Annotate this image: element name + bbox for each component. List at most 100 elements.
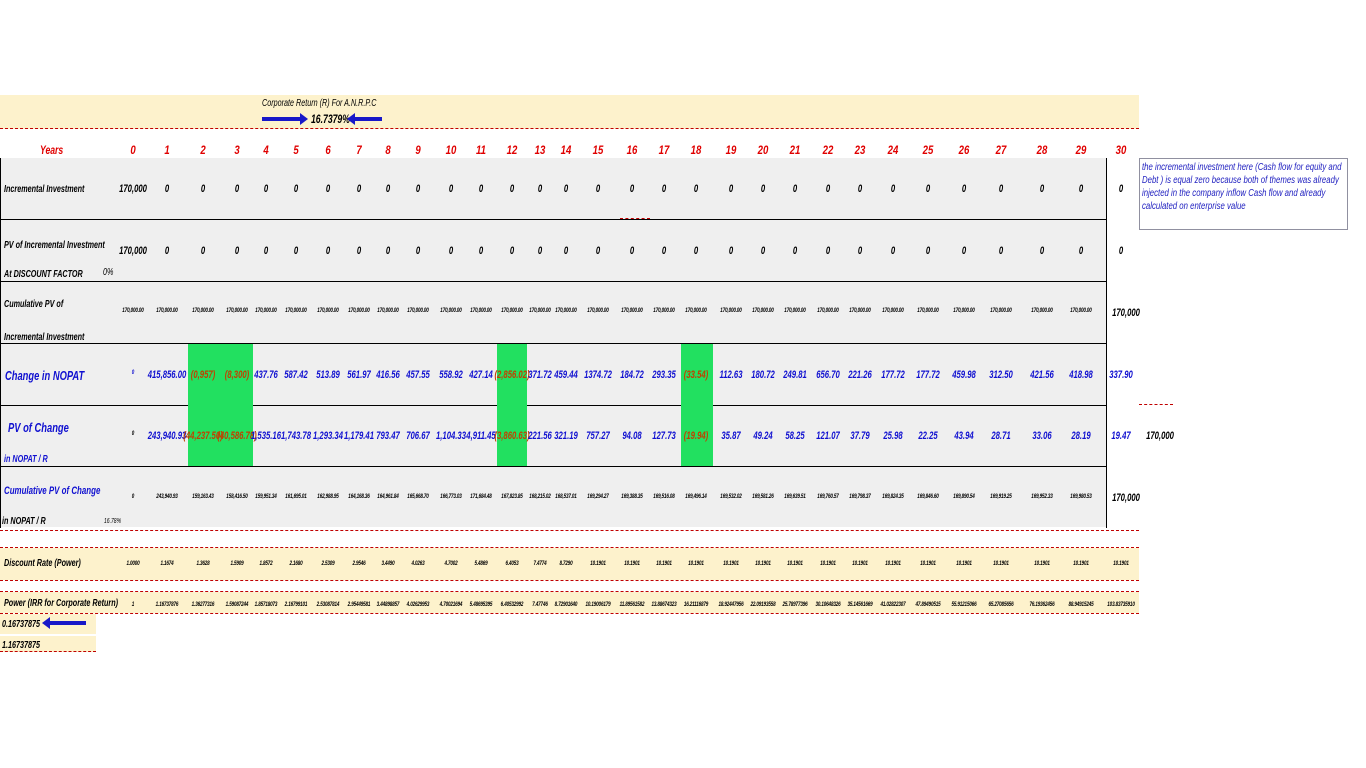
years-label: Years [40,143,64,157]
pv-change-cell: 58.25 [785,430,805,442]
pv-incremental-label: PV of Incremental Investment [4,240,105,251]
pv-incremental-cell: 0 [629,245,635,257]
cum-pv-change-cell: 166,773.03 [440,493,462,500]
power-cell: 22.09193558 [750,601,776,608]
pv-incremental-cell: 0 [293,245,299,257]
year-header: 4 [263,143,269,157]
discount-cell: 10.1901 [920,560,936,567]
year-header: 22 [822,143,834,157]
incremental-cell: 170,000 [119,183,147,195]
right-border [1106,158,1107,528]
discount-factor-value: 0% [103,267,114,278]
year-header: 20 [757,143,769,157]
pv-incremental-cell: 0 [1078,245,1084,257]
cum-pv-change-cell: 169,952.33 [1031,493,1053,500]
divider [0,613,1139,614]
change-nopat-cell: 457.55 [406,369,430,381]
cum-pv-cell: 170,000.00 [192,307,214,314]
year-header: 1 [164,143,170,157]
left-arrow-icon [50,621,86,625]
cum-pv-change-label: Cumulative PV of Change [4,485,101,497]
cum-pv-total: 170,000 [1112,307,1140,319]
cum-pv-cell: 170,000.00 [501,307,523,314]
discount-cell: 5.4869 [474,560,488,567]
incremental-cell: 0 [234,183,240,195]
incremental-cell: 0 [1118,183,1124,195]
cum-pv-cell: 170,000.00 [348,307,370,314]
divider [0,580,1139,581]
pv-incremental-cell: 0 [563,245,569,257]
pv-incremental-cell: 0 [661,245,667,257]
power-label: Power (IRR for Corporate Return) [4,598,119,609]
cum-pv-label-2: Incremental Investment [4,332,85,343]
row-line [0,343,1106,344]
discount-cell: 4.0263 [411,560,425,567]
pv-incremental-cell: 170,000 [119,245,147,257]
power-cell: 55.91215066 [951,601,977,608]
year-header: 29 [1075,143,1087,157]
divider [0,128,1139,129]
power-cell: 8.72901640 [554,601,578,608]
right-arrow-icon [262,117,302,121]
discount-cell: 10.1901 [755,560,771,567]
right-gap [1106,158,1139,528]
cum-pv-label: Cumulative PV of [4,299,64,310]
pv-incremental-cell: 0 [1118,245,1124,257]
pv-change-cell: 28.71 [991,430,1011,442]
year-header: 19 [725,143,737,157]
pv-incremental-cell: 0 [325,245,331,257]
pv-change-cell: 1,104.33 [436,430,466,442]
year-header: 23 [854,143,866,157]
divider [0,530,1139,531]
cum-pv-change-cell: 169,581.26 [752,493,774,500]
cum-pv-cell: 170,000.00 [407,307,429,314]
year-header: 24 [887,143,899,157]
divider [620,218,650,219]
discount-factor-label: At DISCOUNT FACTOR [4,269,83,280]
pv-incremental-cell: 0 [595,245,601,257]
discount-cell: 2.1680 [289,560,303,567]
highlight-year-2 [188,344,221,466]
pv-change-cell: 127.73 [652,430,676,442]
power-cell: 6.40532992 [500,601,524,608]
divider [0,591,1139,592]
year-header: 21 [789,143,801,157]
incremental-cell: 0 [263,183,269,195]
incremental-cell: 0 [595,183,601,195]
power-cell: 1.59087244 [225,601,249,608]
discount-cell: 8.7290 [559,560,573,567]
divider [1139,404,1173,405]
year-header: 27 [995,143,1007,157]
cum-pv-change-cell: 169,516.08 [653,493,675,500]
change-nopat-cell: 249.81 [783,369,807,381]
cum-pv-cell: 170,000.00 [1070,307,1092,314]
pv-change-cell: 43.94 [954,430,974,442]
pv-change-cell: 1,535.16 [251,430,281,442]
header-band [0,95,1139,129]
pv-incremental-cell: 0 [164,245,170,257]
change-nopat-cell: 415,856.00 [147,369,187,381]
pv-incremental-cell: 0 [1039,245,1045,257]
cum-pv-cell: 170,000.00 [1031,307,1053,314]
change-nopat-cell: 459.98 [952,369,976,381]
cum-pv-change-cell: 243,940.93 [156,493,178,500]
change-nopat-cell: 421.56 [1030,369,1054,381]
incremental-cell: 0 [448,183,454,195]
discount-cell: 1.1674 [160,560,174,567]
change-nopat-cell: 312.50 [989,369,1013,381]
pv-incremental-cell: 0 [263,245,269,257]
pv-change-cell: 1,179.41 [344,430,374,442]
row-line [0,405,1106,406]
power-cell: 30.10648326 [815,601,841,608]
power-cell: 88.94915245 [1068,601,1094,608]
corporate-return-rate: 16.7379% [311,112,350,126]
pv-change-cell: 706.67 [406,430,430,442]
year-header: 7 [356,143,362,157]
discount-cell: 10.1901 [1034,560,1050,567]
power-cell: 7.47746 [532,601,548,608]
pv-incremental-cell: 0 [415,245,421,257]
year-header: 30 [1115,143,1127,157]
cum-pv-change-cell: 169,919.25 [990,493,1012,500]
year-header: 25 [922,143,934,157]
cum-pv-change-cell: 169,532.02 [720,493,742,500]
